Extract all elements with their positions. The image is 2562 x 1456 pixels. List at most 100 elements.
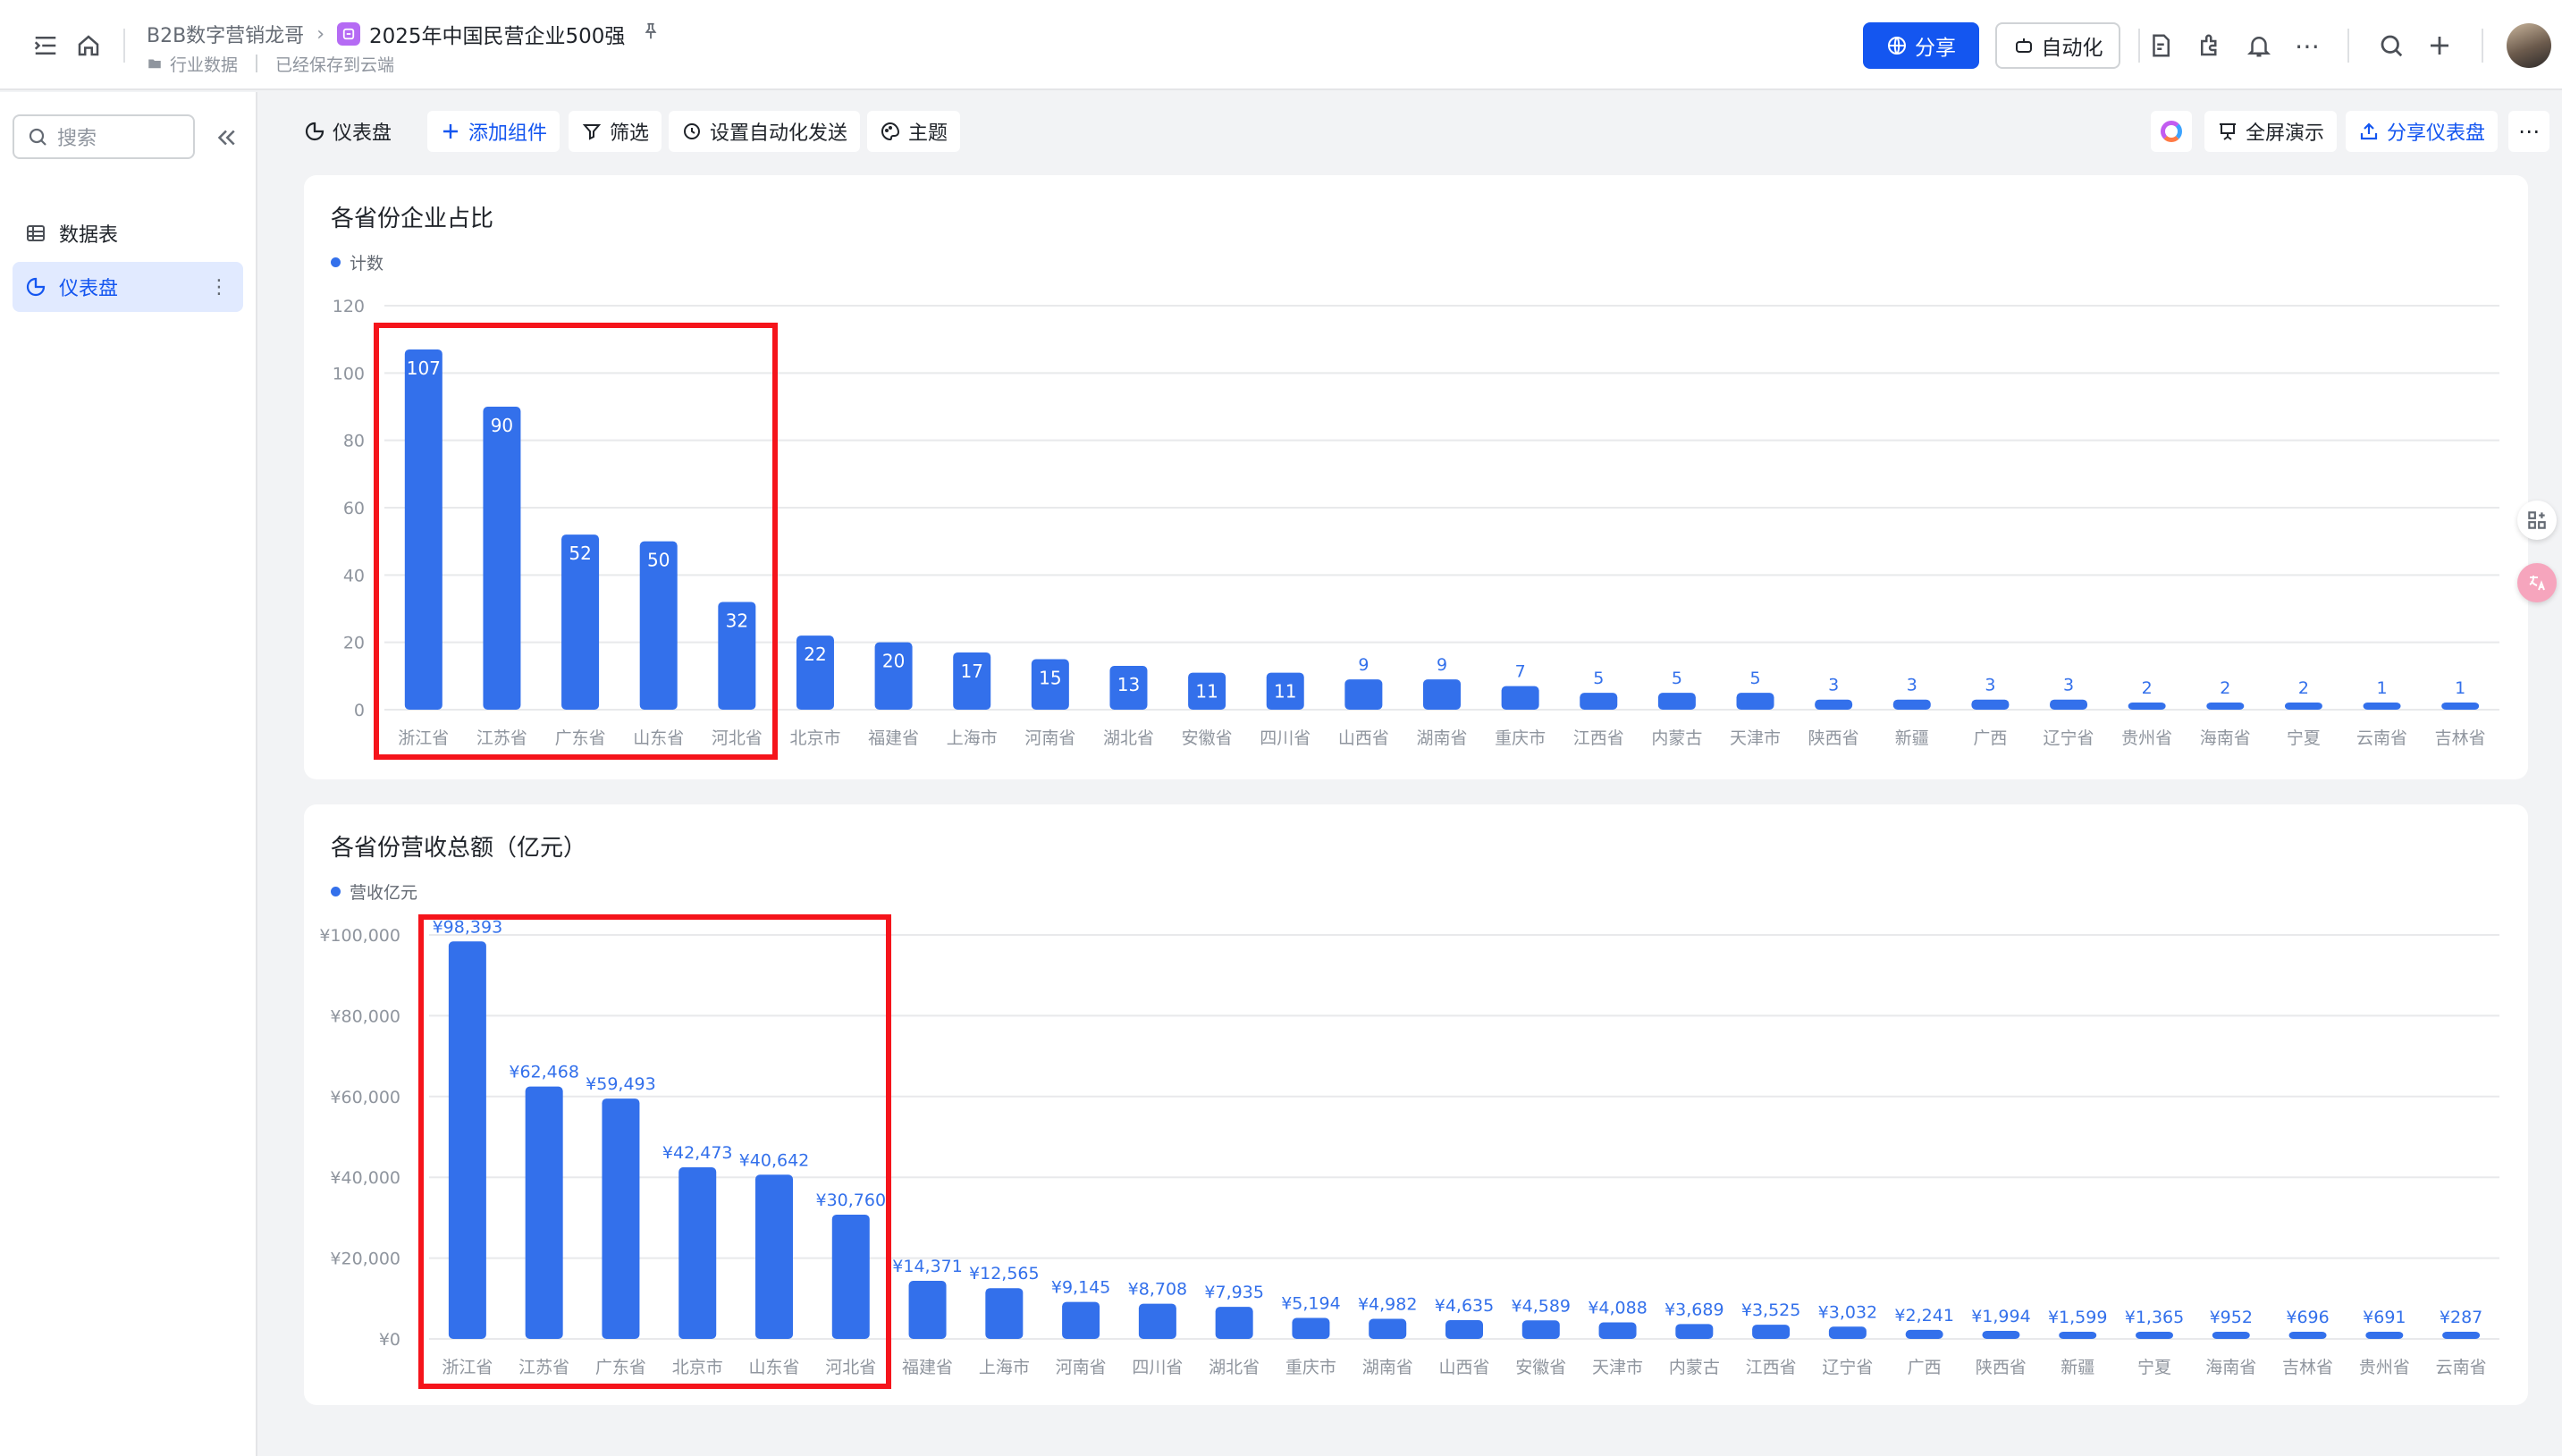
- automation-button[interactable]: 自动化: [1995, 22, 2120, 69]
- sidebar-toggle-icon[interactable]: [30, 30, 61, 61]
- data-label: ¥952: [2210, 1308, 2253, 1327]
- data-label: 3: [1907, 676, 1917, 695]
- home-icon[interactable]: [73, 30, 104, 61]
- dashboard-tab[interactable]: 仪表盘: [291, 111, 404, 152]
- data-label: ¥287: [2440, 1308, 2482, 1327]
- bar: [2136, 1332, 2173, 1339]
- auto-send-label: 设置自动化发送: [710, 122, 848, 145]
- sidebar-item-dashboard[interactable]: 仪表盘 ⋮: [13, 262, 243, 312]
- x-tick-label: 上海市: [979, 1358, 1030, 1377]
- x-tick-label: 宁夏: [2137, 1358, 2171, 1377]
- sidebar: 搜索 数据表 仪表盘 ⋮: [0, 92, 257, 1456]
- data-label: ¥1,365: [2125, 1308, 2184, 1327]
- bar: [2288, 1332, 2327, 1339]
- bell-icon[interactable]: [2244, 30, 2274, 61]
- x-tick-label: 福建省: [902, 1358, 953, 1377]
- base-doc-icon: [337, 22, 360, 46]
- bar: [985, 1288, 1024, 1339]
- fullscreen-button[interactable]: 全屏演示: [2204, 111, 2338, 152]
- collapse-sidebar-icon[interactable]: [211, 122, 241, 153]
- divider: [256, 55, 258, 72]
- dashboard-label: 仪表盘: [333, 122, 392, 145]
- plus-icon[interactable]: [2424, 30, 2455, 61]
- data-label: ¥4,088: [1588, 1299, 1647, 1318]
- more-vertical-icon[interactable]: ⋮: [209, 276, 229, 299]
- x-tick-label: 上海市: [947, 728, 998, 748]
- data-label: 3: [1985, 676, 1995, 695]
- sidebar-item-label: 仪表盘: [59, 278, 119, 300]
- bar: [2212, 1332, 2250, 1339]
- globe-icon: [1886, 35, 1908, 56]
- dashboard-more-button[interactable]: ⋯: [2508, 111, 2549, 152]
- automation-label: 自动化: [2041, 37, 2103, 60]
- pin-icon[interactable]: [641, 21, 661, 46]
- bar: [1344, 679, 1383, 710]
- bar: [2059, 1332, 2097, 1339]
- x-tick-label: 天津市: [1592, 1358, 1643, 1377]
- data-label: ¥1,599: [2048, 1308, 2107, 1327]
- data-label: 17: [960, 661, 982, 682]
- bar: [1736, 693, 1774, 710]
- bar: [2365, 1332, 2404, 1339]
- data-label: ¥696: [2286, 1308, 2329, 1327]
- theme-button[interactable]: 主题: [867, 111, 961, 152]
- breadcrumb-parent[interactable]: B2B数字营销龙哥: [147, 20, 304, 48]
- bar: [1062, 1301, 1100, 1339]
- y-tick-label: ¥80,000: [330, 1006, 400, 1026]
- bar: [1892, 699, 1931, 710]
- top-header: B2B数字营销龙哥 › 2025年中国民营企业500强 行业数据 已经保存到云端…: [0, 0, 2562, 90]
- x-tick-label: 湖南省: [1416, 728, 1467, 748]
- more-icon[interactable]: ⋯: [2292, 30, 2322, 61]
- x-tick-label: 湖北省: [1103, 728, 1154, 748]
- divider: [2482, 29, 2483, 63]
- share-dashboard-button[interactable]: 分享仪表盘: [2346, 111, 2499, 152]
- data-label: 2: [2142, 678, 2153, 698]
- auto-send-button[interactable]: 设置自动化发送: [669, 111, 861, 152]
- bar: [1982, 1330, 2020, 1339]
- x-tick-label: 河南省: [1024, 728, 1075, 748]
- clock-send-icon: [681, 121, 703, 142]
- add-widget-button[interactable]: 添加组件: [427, 111, 560, 152]
- y-tick-label: ¥0: [379, 1330, 400, 1350]
- bar: [1752, 1325, 1791, 1339]
- share-button[interactable]: 分享: [1863, 22, 1979, 69]
- document-title[interactable]: 2025年中国民营企业500强: [369, 19, 625, 49]
- table-icon: [25, 223, 46, 244]
- x-tick-label: 重庆市: [1285, 1358, 1336, 1377]
- data-label: 11: [1195, 681, 1218, 703]
- bar: [1905, 1329, 1943, 1339]
- share-label: 分享: [1915, 37, 1956, 60]
- avatar[interactable]: [2507, 23, 2551, 68]
- bar: [2441, 703, 2480, 710]
- search-input[interactable]: 搜索: [13, 114, 195, 159]
- widget-panel-icon[interactable]: [2517, 501, 2557, 540]
- doc-meta: 行业数据 已经保存到云端: [147, 52, 394, 75]
- search-icon[interactable]: [2376, 30, 2406, 61]
- doc-info-icon[interactable]: [2145, 30, 2176, 61]
- x-tick-label: 贵州省: [2121, 728, 2172, 748]
- x-tick-label: 吉林省: [2435, 728, 2486, 748]
- bar: [1423, 679, 1461, 710]
- x-tick-label: 福建省: [868, 728, 919, 748]
- plugin-icon[interactable]: [2195, 30, 2225, 61]
- theme-label: 主题: [908, 122, 948, 145]
- data-label: 13: [1117, 674, 1140, 695]
- sidebar-item-datatable[interactable]: 数据表: [13, 208, 243, 258]
- bar: [2442, 1332, 2481, 1339]
- x-tick-label: 四川省: [1260, 728, 1310, 748]
- filter-icon: [581, 121, 603, 142]
- folder-icon: [147, 55, 163, 72]
- translate-icon[interactable]: [2517, 563, 2557, 602]
- plus-icon: [440, 121, 461, 142]
- breadcrumb: B2B数字营销龙哥 › 2025年中国民营企业500强: [147, 18, 661, 50]
- data-label: ¥9,145: [1051, 1278, 1110, 1298]
- data-label: ¥1,994: [1971, 1307, 2030, 1326]
- y-tick-label: ¥100,000: [319, 926, 400, 946]
- filter-button[interactable]: 筛选: [569, 111, 662, 152]
- folder-name[interactable]: 行业数据: [170, 52, 238, 76]
- ai-assistant-button[interactable]: [2151, 111, 2192, 152]
- bar: [1598, 1322, 1637, 1339]
- bar: [2206, 703, 2245, 710]
- bar: [1521, 1320, 1560, 1339]
- bar: [1501, 686, 1539, 710]
